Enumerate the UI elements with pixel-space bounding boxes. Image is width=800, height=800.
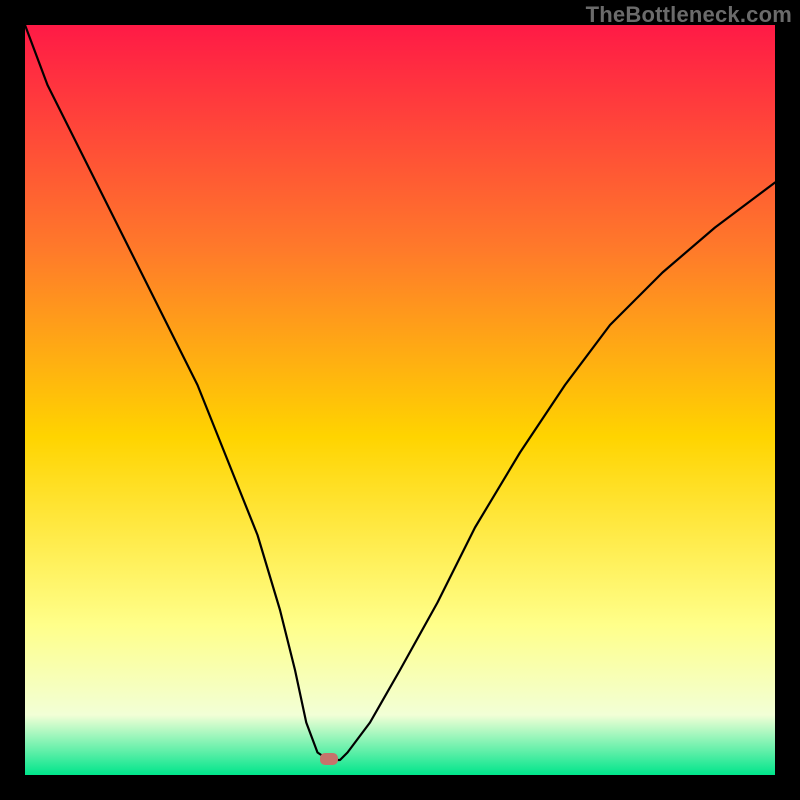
bottleneck-curve [25,25,775,775]
chart-frame: TheBottleneck.com [0,0,800,800]
minimum-marker [320,753,338,765]
watermark-text: TheBottleneck.com [586,2,792,28]
plot-area [25,25,775,775]
